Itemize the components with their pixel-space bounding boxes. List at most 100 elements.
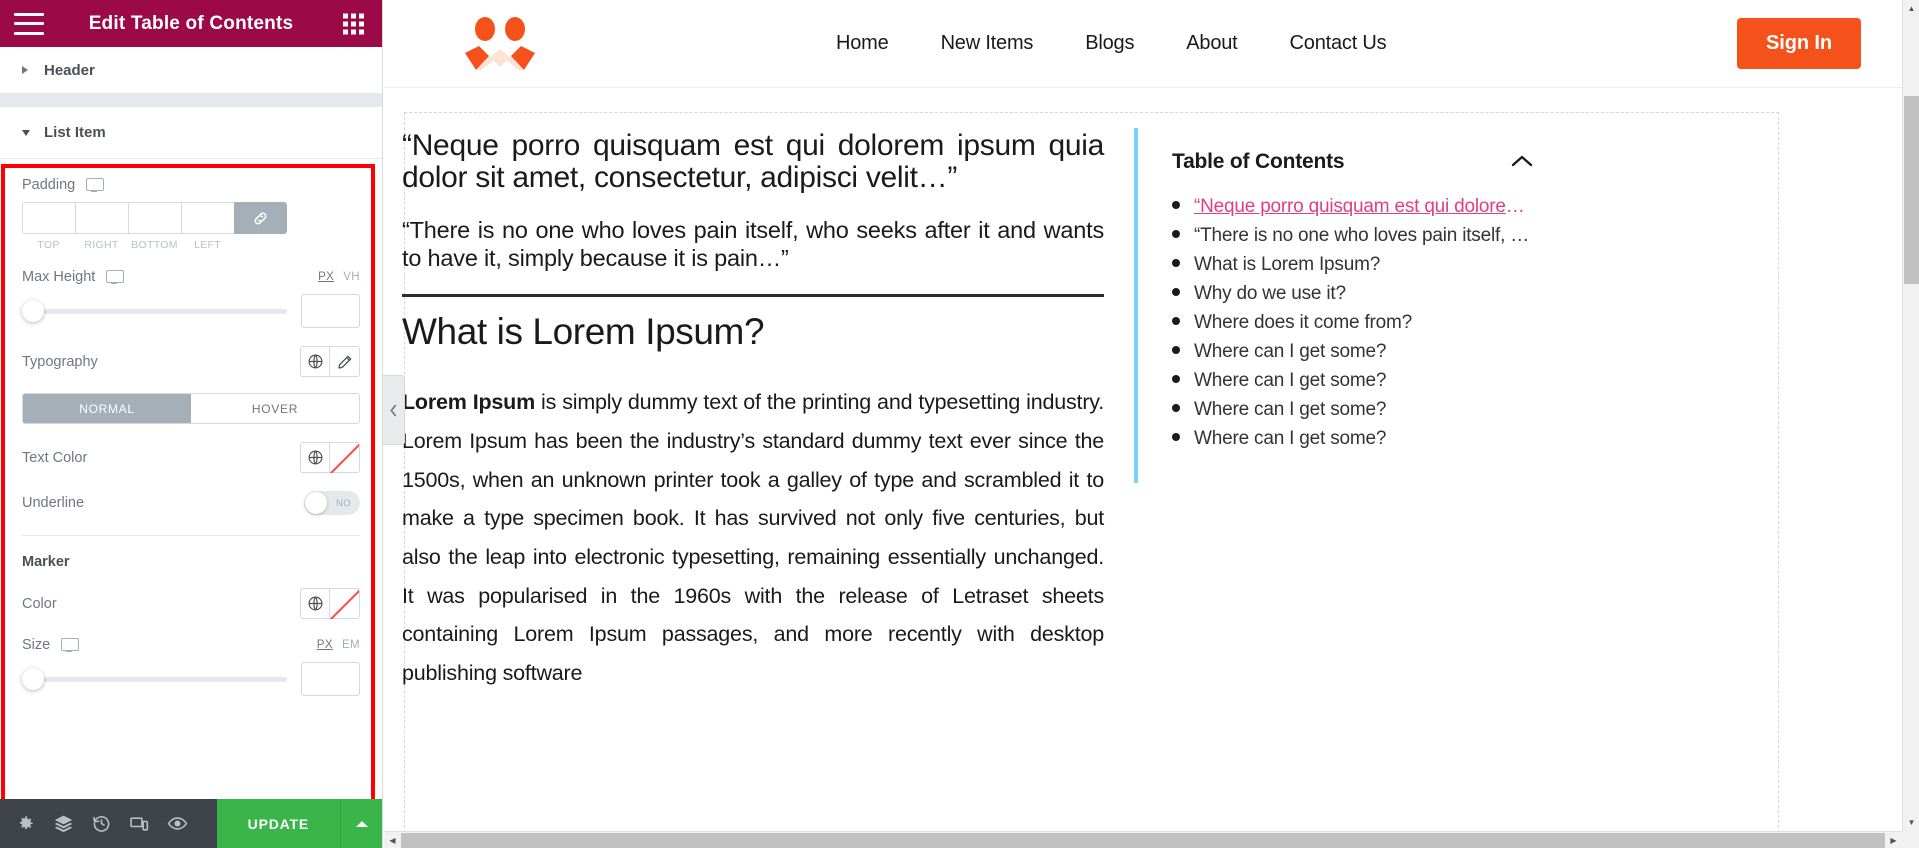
marker-color-control: Color: [0, 588, 382, 619]
editor-root: Edit Table of Contents Header List Item: [0, 0, 1919, 848]
globe-icon[interactable]: [300, 346, 330, 377]
panel-gap-strip: [0, 94, 382, 107]
responsive-mode-icon[interactable]: [120, 799, 158, 848]
marker-size-units: PX EM: [317, 639, 360, 651]
tab-hover[interactable]: HOVER: [191, 394, 359, 423]
article-paragraph: Lorem Ipsum is simply dummy text of the …: [402, 383, 1104, 693]
nav-link-contact-us[interactable]: Contact Us: [1290, 32, 1387, 55]
layers-navigator-icon[interactable]: [44, 799, 82, 848]
toc-item[interactable]: “Neque porro quisquam est qui dolorem ip…: [1172, 196, 1533, 218]
bullet-marker-icon: [1172, 433, 1180, 441]
quote-1: “Neque porro quisquam est qui dolorem ip…: [402, 129, 1104, 195]
section-header-label: Header: [44, 61, 95, 79]
tab-normal[interactable]: NORMAL: [23, 394, 191, 423]
unit-px[interactable]: PX: [318, 271, 334, 283]
table-of-contents-widget[interactable]: Table of Contents “Neque porro quisquam …: [1134, 128, 1559, 483]
empty-color-swatch-icon[interactable]: [330, 442, 360, 473]
preview-eye-icon[interactable]: [158, 799, 196, 848]
bullet-marker-icon: [1172, 404, 1180, 412]
typography-control: Typography: [0, 346, 382, 377]
scroll-up-arrow[interactable]: ▲: [1903, 0, 1919, 17]
scroll-right-arrow[interactable]: ▶: [1885, 832, 1902, 848]
desktop-icon[interactable]: [106, 270, 125, 284]
slider-track: [22, 308, 287, 314]
unit-px[interactable]: PX: [317, 639, 333, 651]
padding-top-input[interactable]: [22, 202, 75, 234]
max-height-input[interactable]: [301, 294, 360, 328]
toc-item[interactable]: Why do we use it?: [1172, 283, 1533, 305]
globe-icon[interactable]: [300, 442, 330, 473]
nav-link-home[interactable]: Home: [836, 32, 889, 55]
padding-left-input[interactable]: [181, 202, 234, 234]
unit-em[interactable]: EM: [342, 639, 360, 651]
update-options-button[interactable]: [340, 799, 382, 848]
padding-inputs: [22, 202, 360, 234]
list-item-group-header[interactable]: List Item: [0, 107, 382, 159]
caret-up-icon: [355, 820, 368, 827]
toc-item[interactable]: “There is no one who loves pain itself, …: [1172, 225, 1533, 247]
panel-header: Edit Table of Contents: [0, 0, 382, 47]
padding-right-input[interactable]: [75, 202, 128, 234]
settings-gear-icon[interactable]: [6, 799, 44, 848]
padding-sublabels: TOP RIGHT BOTTOM LEFT: [22, 239, 360, 251]
globe-icon[interactable]: [300, 588, 330, 619]
horizontal-scroll-thumb[interactable]: [401, 833, 1885, 848]
list-item-group: List Item Padding TOP RIGHT BOTTOM LEFT …: [0, 107, 382, 696]
marker-color-label: Color: [22, 595, 57, 612]
padding-sublabel-top: TOP: [37, 239, 60, 251]
apps-grid-icon[interactable]: [343, 13, 364, 34]
toc-item-label: What is Lorem Ipsum?: [1194, 254, 1381, 275]
underline-toggle[interactable]: NO: [304, 491, 360, 515]
scroll-down-arrow[interactable]: ▼: [1903, 814, 1919, 831]
max-height-label: Max Height: [22, 269, 96, 285]
max-height-slider[interactable]: [22, 300, 287, 322]
elementor-panel: Edit Table of Contents Header List Item: [0, 0, 383, 848]
nav-link-new-items[interactable]: New Items: [941, 32, 1034, 55]
horizontal-scrollbar[interactable]: ◀ ▶: [384, 831, 1902, 848]
nav-link-about[interactable]: About: [1186, 32, 1237, 55]
toc-header: Table of Contents: [1172, 150, 1533, 174]
toc-item[interactable]: Where can I get some?: [1172, 370, 1533, 392]
slider-handle[interactable]: [22, 668, 44, 690]
vertical-scroll-thumb[interactable]: [1904, 96, 1919, 284]
marker-size-input[interactable]: [301, 662, 360, 696]
toc-item-label: “There is no one who loves pain itself, …: [1194, 225, 1533, 246]
nav-link-blogs[interactable]: Blogs: [1085, 32, 1134, 55]
scroll-left-arrow[interactable]: ◀: [384, 832, 401, 848]
site-nav: Home New Items Blogs About Contact Us: [836, 32, 1387, 55]
pencil-icon[interactable]: [330, 346, 360, 377]
article-heading: What is Lorem Ipsum?: [402, 311, 765, 353]
slider-handle[interactable]: [22, 300, 44, 322]
hamburger-icon[interactable]: [14, 12, 44, 35]
padding-label: Padding: [22, 177, 76, 193]
sign-in-button[interactable]: Sign In: [1737, 18, 1861, 69]
brand-logo[interactable]: [454, 15, 546, 73]
marker-size-slider[interactable]: [22, 668, 287, 690]
desktop-icon[interactable]: [86, 178, 105, 192]
toc-item[interactable]: Where can I get some?: [1172, 428, 1533, 450]
toc-item[interactable]: Where can I get some?: [1172, 341, 1533, 363]
marker-heading: Marker: [22, 554, 70, 570]
chevron-up-icon[interactable]: [1511, 152, 1533, 172]
max-height-units: PX VH: [318, 271, 360, 283]
toc-title: Table of Contents: [1172, 150, 1345, 173]
toc-item[interactable]: What is Lorem Ipsum?: [1172, 254, 1533, 276]
history-icon[interactable]: [82, 799, 120, 848]
panel-collapse-handle[interactable]: [383, 375, 405, 445]
link-icon[interactable]: [234, 202, 287, 234]
section-header[interactable]: Header: [0, 47, 382, 94]
toc-item[interactable]: Where can I get some?: [1172, 399, 1533, 421]
text-color-control: Text Color: [0, 442, 382, 473]
padding-bottom-input[interactable]: [128, 202, 181, 234]
update-button[interactable]: UPDATE: [216, 799, 340, 848]
unit-vh[interactable]: VH: [343, 271, 360, 283]
empty-color-swatch-icon[interactable]: [330, 588, 360, 619]
padding-sublabel-bottom: BOTTOM: [131, 239, 178, 251]
vertical-scrollbar[interactable]: ▲ ▼: [1902, 0, 1919, 831]
toc-item[interactable]: Where does it come from?: [1172, 312, 1533, 334]
bullet-marker-icon: [1172, 259, 1180, 267]
control-divider: [22, 535, 360, 536]
site-header: Home New Items Blogs About Contact Us Si…: [384, 0, 1919, 88]
underline-control: Underline NO: [0, 491, 382, 536]
desktop-icon[interactable]: [61, 638, 80, 652]
